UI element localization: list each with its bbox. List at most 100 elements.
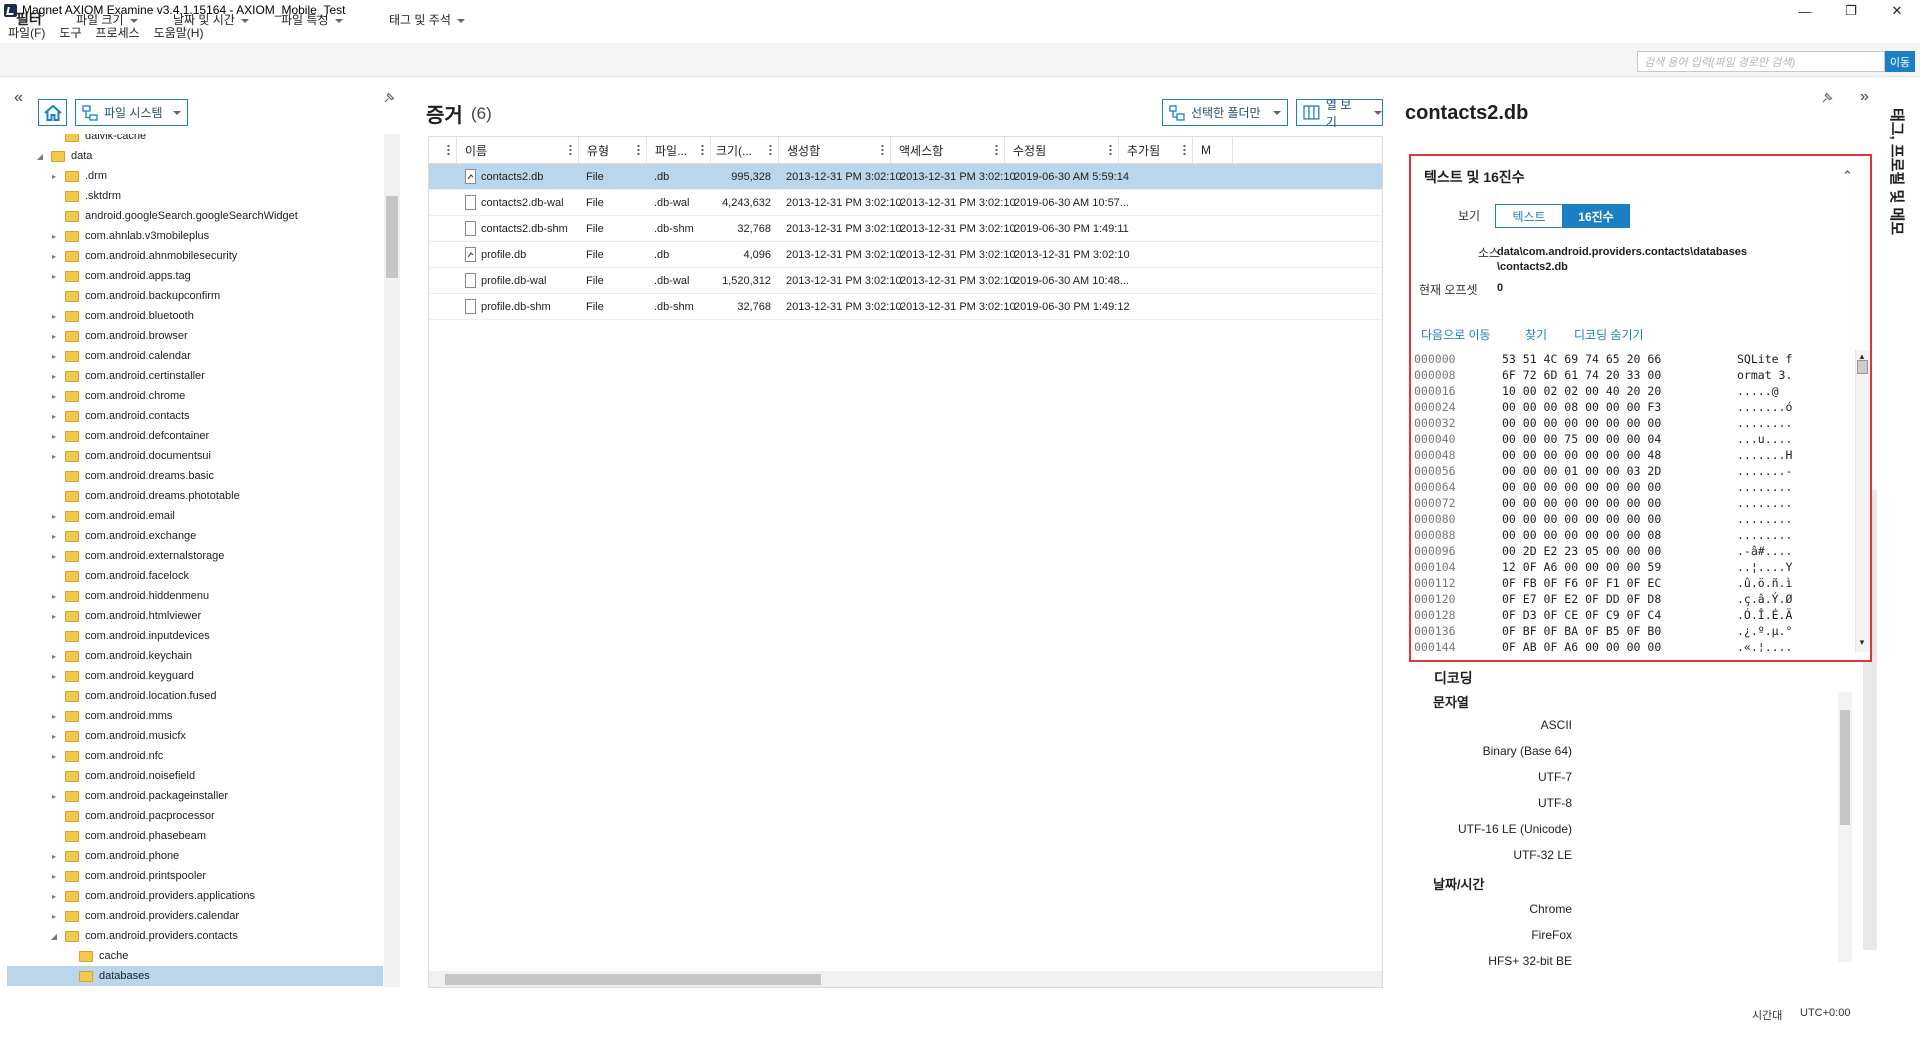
maximize-button[interactable]: ❐ [1828, 0, 1874, 22]
filter-file-size-dropdown[interactable]: 파일 크기 [76, 11, 138, 28]
tree-item[interactable]: ▸ com.android.defcontainer [7, 426, 383, 446]
hex-bytes[interactable]: 53 51 4C 69 74 65 20 66 [1502, 352, 1661, 366]
column-menu-icon[interactable] [637, 144, 640, 156]
tree-item[interactable]: ▸ com.ahnlab.v3mobileplus [7, 226, 383, 246]
tree-expander-icon[interactable]: ▸ [49, 272, 59, 281]
scroll-down-icon[interactable]: ▼ [1858, 638, 1866, 647]
collapse-section-icon[interactable]: ⌃ [1842, 168, 1853, 184]
tree-item[interactable]: ▸ com.android.keyguard [7, 666, 383, 686]
tree-item[interactable]: com.android.phasebeam [7, 826, 383, 846]
column-menu-icon[interactable] [995, 144, 998, 156]
decoding-string-item[interactable]: UTF-16 LE (Unicode) [1452, 822, 1572, 836]
tree-expander-icon[interactable]: ▸ [49, 412, 59, 421]
hex-ascii[interactable]: ..¦....Y [1737, 560, 1792, 574]
hex-bytes[interactable]: 00 00 00 00 00 00 00 08 [1502, 528, 1661, 542]
hex-ascii[interactable]: .ç.â.Ý.Ø [1737, 592, 1792, 606]
tree-item[interactable]: com.android.noisefield [7, 766, 383, 786]
tree-item[interactable]: com.android.facelock [7, 566, 383, 586]
tree-expander-icon[interactable]: ▸ [49, 552, 59, 561]
tree-item[interactable]: .sktdrm [7, 186, 383, 206]
hex-ascii[interactable]: ........ [1737, 528, 1792, 542]
tree-expander-icon[interactable]: ▸ [49, 852, 59, 861]
hex-bytes[interactable]: 12 0F A6 00 00 00 00 59 [1502, 560, 1661, 574]
tree-item[interactable]: com.android.inputdevices [7, 626, 383, 646]
tree-expander-icon[interactable]: ▸ [49, 532, 59, 541]
column-menu-icon[interactable] [769, 144, 772, 156]
column-menu-icon[interactable] [1109, 144, 1112, 156]
decoding-string-item[interactable]: ASCII [1452, 718, 1572, 732]
tree-item[interactable]: ▸ com.android.nfc [7, 746, 383, 766]
tree-item[interactable]: ▸ com.android.browser [7, 326, 383, 346]
tree-item[interactable]: ▸ com.android.bluetooth [7, 306, 383, 326]
tree-item[interactable]: ▸ com.android.ahnmobilesecurity [7, 246, 383, 266]
tree-item[interactable]: ▸ com.android.musicfx [7, 726, 383, 746]
tree-item[interactable]: dalvik-cache [7, 134, 383, 146]
hex-ascii[interactable]: .«.¦.... [1737, 640, 1792, 652]
tree-expander-icon[interactable]: ▸ [49, 352, 59, 361]
tree-item[interactable]: ▸ com.android.providers.applications [7, 886, 383, 906]
tree-item[interactable]: ▸ com.android.documentsui [7, 446, 383, 466]
home-button[interactable] [38, 99, 67, 126]
tree-item[interactable]: ▸ com.android.calendar [7, 346, 383, 366]
filter-file-attr-dropdown[interactable]: 파일 특성 [281, 11, 343, 28]
decoding-string-item[interactable]: UTF-32 LE [1452, 848, 1572, 862]
hex-bytes[interactable]: 00 00 00 01 00 00 03 2D [1502, 464, 1661, 478]
table-horizontal-scrollbar-thumb[interactable] [445, 974, 821, 985]
decoding-string-item[interactable]: UTF-7 [1452, 770, 1572, 784]
timezone-value[interactable]: UTC+0:00 [1800, 1007, 1850, 1019]
search-go-button[interactable]: 이동 [1885, 51, 1915, 72]
tree-expander-icon[interactable]: ▸ [49, 752, 59, 761]
column-header[interactable]: 생성함 [779, 137, 891, 163]
column-view-dropdown[interactable]: 열 보기 [1296, 98, 1383, 129]
hex-scrollbar[interactable]: ▲ ▼ [1855, 350, 1869, 652]
go-to-link[interactable]: 다음으로 이동 [1421, 326, 1491, 343]
tree-expander-icon[interactable]: ▸ [49, 432, 59, 441]
tree-item[interactable]: com.android.dreams.phototable [7, 486, 383, 506]
tree-expander-icon[interactable]: ◢ [49, 932, 59, 941]
row-menu-header[interactable] [429, 137, 457, 163]
hex-bytes[interactable]: 00 00 00 08 00 00 00 F3 [1502, 400, 1661, 414]
tree-item[interactable]: ▸ com.android.exchange [7, 526, 383, 546]
pin-right-panel-button[interactable] [1820, 91, 1834, 105]
column-menu-icon[interactable] [447, 144, 450, 156]
tree-scrollbar-thumb[interactable] [386, 196, 398, 278]
tree-expander-icon[interactable]: ◢ [35, 152, 45, 161]
search-input[interactable]: 검색 용어 입력(파일 경로만 검색) [1637, 51, 1885, 72]
tree-item[interactable]: ◢ com.android.providers.contacts [7, 926, 383, 946]
hex-bytes[interactable]: 10 00 02 02 00 40 20 20 [1502, 384, 1661, 398]
column-header[interactable]: 파일... [647, 137, 711, 163]
column-menu-icon[interactable] [569, 144, 572, 156]
table-row[interactable]: profile.db-wal File .db-wal 1,520,312 2013-1… [429, 268, 1382, 294]
tree-item[interactable]: ▸ com.android.printspooler [7, 866, 383, 886]
filter-tags-dropdown[interactable]: 태그 및 주석 [389, 11, 465, 28]
hex-bytes[interactable]: 00 00 00 00 00 00 00 00 [1502, 512, 1661, 526]
hex-bytes[interactable]: 00 00 00 00 00 00 00 00 [1502, 480, 1661, 494]
decoding-datetime-item[interactable]: HFS+ 32-bit BE [1452, 954, 1572, 968]
tree-item[interactable]: ▸ com.android.email [7, 506, 383, 526]
tree-item[interactable]: ▸ com.android.mms [7, 706, 383, 726]
collapse-left-panel-button[interactable]: « [14, 89, 23, 107]
table-row[interactable]: contacts2.db-wal File .db-wal 4,243,632 2013… [429, 190, 1382, 216]
tree-expander-icon[interactable]: ▸ [49, 892, 59, 901]
hex-ascii[interactable]: ........ [1737, 480, 1792, 494]
tree-expander-icon[interactable]: ▸ [49, 452, 59, 461]
table-row[interactable]: contacts2.db-shm File .db-shm 32,768 2013-12… [429, 216, 1382, 242]
close-button[interactable]: ✕ [1874, 0, 1920, 22]
tree-item[interactable]: ▸ .drm [7, 166, 383, 186]
tree-expander-icon[interactable]: ▸ [49, 332, 59, 341]
hide-decoding-link[interactable]: 디코딩 숨기기 [1574, 326, 1644, 343]
tree-item[interactable]: databases [7, 966, 383, 986]
hex-bytes[interactable]: 0F AB 0F A6 00 00 00 00 [1502, 640, 1661, 652]
hex-bytes[interactable]: 00 00 00 75 00 00 00 04 [1502, 432, 1661, 446]
column-header[interactable]: 수정됨 [1005, 137, 1119, 163]
tree-item[interactable]: com.android.dreams.basic [7, 466, 383, 486]
tree-expander-icon[interactable]: ▸ [49, 672, 59, 681]
expand-right-panel-button[interactable]: » [1860, 88, 1869, 106]
tree-expander-icon[interactable]: ▸ [49, 732, 59, 741]
tags-profile-notes-tab[interactable]: 태그, 프로필 및 메모 [1888, 108, 1916, 368]
decoding-string-item[interactable]: UTF-8 [1452, 796, 1572, 810]
hex-ascii[interactable]: .û.ö.ñ.ì [1737, 576, 1792, 590]
hex-ascii[interactable]: .....@ [1737, 384, 1792, 398]
hex-ascii[interactable]: ...u.... [1737, 432, 1792, 446]
tree-expander-icon[interactable]: ▸ [49, 312, 59, 321]
